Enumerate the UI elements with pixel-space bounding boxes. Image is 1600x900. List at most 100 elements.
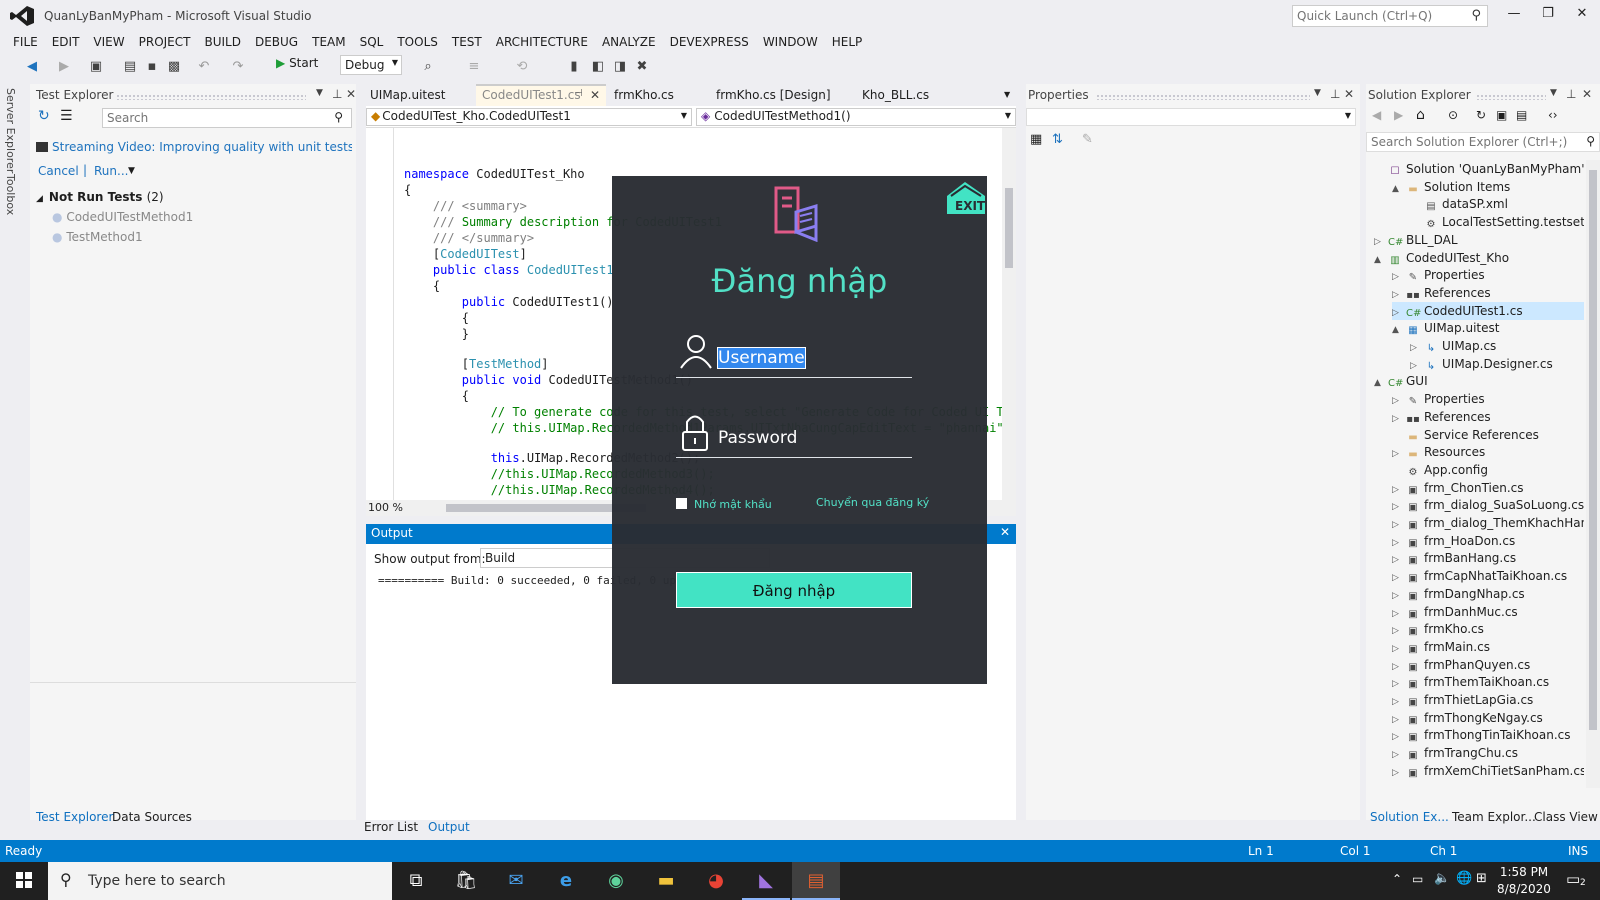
menu-devexpress[interactable]: DEVEXPRESS: [663, 32, 756, 52]
close-icon[interactable]: ✕: [346, 87, 356, 101]
menu-analyze[interactable]: ANALYZE: [595, 32, 663, 52]
undo-icon[interactable]: ↶: [196, 59, 212, 75]
restore-button[interactable]: ❐: [1536, 6, 1560, 24]
back-icon[interactable]: ◀: [1372, 108, 1381, 122]
password-input[interactable]: Password: [718, 428, 797, 448]
checkbox-box[interactable]: [676, 498, 687, 509]
tab-overflow-icon[interactable]: ▼: [1004, 90, 1010, 99]
tree-item[interactable]: ▷ C# BLL_DAL: [1374, 231, 1458, 249]
save-all-icon[interactable]: ▩: [166, 59, 182, 75]
next-bookmark-icon[interactable]: ◨: [612, 59, 628, 75]
menu-view[interactable]: VIEW: [86, 32, 131, 52]
close-icon[interactable]: ✕: [1000, 525, 1010, 539]
home-icon[interactable]: ⌂: [1416, 107, 1425, 123]
volume-icon[interactable]: 🔈: [1434, 871, 1450, 886]
test-item[interactable]: ● TestMethod1: [52, 230, 143, 244]
tree-item[interactable]: ▷ ▣ frmCapNhatTaiKhoan.cs: [1392, 567, 1567, 585]
dropdown-icon[interactable]: ▼: [1314, 88, 1321, 98]
refresh-icon[interactable]: ↻: [38, 108, 50, 124]
network-icon[interactable]: ⊞: [1476, 871, 1487, 886]
login-app-taskbar-icon[interactable]: ▤: [792, 862, 840, 900]
pending-changes-icon[interactable]: ⊙: [1448, 108, 1458, 122]
tab-kho-bll[interactable]: Kho_BLL.cs: [862, 88, 929, 102]
tree-item[interactable]: ▷ ↳ UIMap.cs: [1410, 337, 1496, 355]
tab-test-explorer[interactable]: Test Explorer: [36, 810, 113, 824]
test-group-header[interactable]: ◢ Not Run Tests (2): [36, 190, 164, 204]
member-dropdown[interactable]: ◈ CodedUITestMethod1() ▼: [696, 108, 1016, 126]
categorized-icon[interactable]: ▦: [1030, 132, 1042, 147]
alphabetical-icon[interactable]: ⇅: [1052, 132, 1063, 147]
tree-item[interactable]: ▲ ▥ CodedUITest_Kho: [1374, 249, 1509, 267]
prev-bookmark-icon[interactable]: ◧: [590, 59, 606, 75]
tree-item[interactable]: ▷ ▬ Resources: [1392, 443, 1485, 461]
tree-item[interactable]: ▷ ▣ frm_HoaDon.cs: [1392, 532, 1515, 550]
tree-item[interactable]: ▷ ↳ UIMap.Designer.cs: [1410, 355, 1553, 373]
tree-item[interactable]: ▷ ▣ frmThemTaiKhoan.cs: [1392, 673, 1549, 691]
close-icon[interactable]: ✕: [590, 88, 600, 102]
object-selector[interactable]: ▼: [1026, 108, 1356, 126]
mail-icon[interactable]: ✉: [492, 862, 540, 900]
comment-icon[interactable]: ⟲: [514, 59, 530, 75]
collapse-all-icon[interactable]: ▣: [1496, 108, 1507, 122]
tree-item[interactable]: ▷ ▣ frmDangNhap.cs: [1392, 585, 1525, 603]
maps-icon[interactable]: ◉: [592, 862, 640, 900]
tree-vertical-scrollbar[interactable]: [1586, 160, 1600, 788]
test-item[interactable]: ● CodedUITestMethod1: [52, 210, 193, 224]
tree-item[interactable]: ▷ ▪▪ References: [1392, 284, 1491, 302]
tree-item[interactable]: ▷ ▣ frmXemChiTietSanPham.cs: [1392, 762, 1584, 780]
tree-item[interactable]: ▷ ▣ frmKho.cs: [1392, 620, 1484, 638]
tab-data-sources[interactable]: Data Sources: [112, 810, 192, 824]
code-view-icon[interactable]: ‹›: [1548, 108, 1558, 122]
tab-error-list[interactable]: Error List: [364, 820, 418, 834]
battery-icon[interactable]: ▭: [1412, 872, 1423, 886]
tree-item[interactable]: ▷ C# CodedUITest1.cs: [1392, 301, 1584, 320]
back-icon[interactable]: ◀: [24, 59, 40, 75]
tree-item[interactable]: ☐ Solution 'QuanLyBanMyPham' (5 p: [1374, 160, 1584, 178]
chrome-icon[interactable]: ◕: [692, 862, 740, 900]
open-file-icon[interactable]: ▤: [122, 59, 138, 75]
tree-item[interactable]: ▷ ✎ Properties: [1392, 390, 1485, 408]
format-icon[interactable]: ≡: [466, 59, 482, 75]
tab-output[interactable]: Output: [428, 820, 470, 834]
menu-file[interactable]: FILE: [6, 32, 45, 52]
tree-item[interactable]: ▷ ▣ frmThongTinTaiKhoan.cs: [1392, 726, 1571, 744]
tree-item[interactable]: ▷ ▣ frmDanhMuc.cs: [1392, 603, 1518, 621]
collapse-icon[interactable]: ▲: [1392, 321, 1406, 339]
menu-test[interactable]: TEST: [445, 32, 489, 52]
collapse-icon[interactable]: ▲: [1374, 374, 1388, 392]
dropdown-icon[interactable]: ▼: [316, 88, 323, 98]
find-icon[interactable]: ⌕: [420, 59, 436, 75]
tree-item[interactable]: ▷ ✎ Properties: [1392, 266, 1485, 284]
expand-icon[interactable]: ▷: [1392, 764, 1406, 782]
configuration-select[interactable]: Debug ▼: [340, 55, 402, 75]
cancel-link[interactable]: Cancel: [38, 164, 79, 178]
collapse-icon[interactable]: ▲: [1374, 251, 1388, 269]
menu-window[interactable]: WINDOW: [756, 32, 825, 52]
taskbar-clock-time[interactable]: 1:58 PM: [1496, 865, 1552, 879]
notification-icon[interactable]: ▭: [1566, 870, 1580, 888]
tree-item[interactable]: ▷ ▣ frmTrangChu.cs: [1392, 744, 1518, 762]
tree-item[interactable]: ▷ ▣ frm_dialog_SuaSoLuong.cs: [1392, 496, 1584, 514]
streaming-video-link[interactable]: Streaming Video: Improving quality with …: [36, 140, 352, 154]
tree-item[interactable]: ▲ ▬ Solution Items: [1392, 178, 1510, 196]
tree-item[interactable]: ▷ ▣ frm_dialog_ThemKhachHan: [1392, 514, 1584, 532]
save-icon[interactable]: ▪: [144, 59, 160, 75]
tab-codeduitest1[interactable]: CodedUITest1.cs ⊣ ✕: [476, 84, 606, 106]
tree-item[interactable]: ▷ ▣ frmThietLapGia.cs: [1392, 691, 1533, 709]
refresh-icon[interactable]: ↻: [1476, 108, 1486, 122]
close-icon[interactable]: ✕: [1344, 87, 1354, 101]
server-explorer-tab[interactable]: Server Explorer: [4, 88, 17, 173]
windows-start-icon[interactable]: [0, 862, 48, 900]
search-icon[interactable]: ⚲: [334, 110, 343, 124]
search-box[interactable]: ⚲: [102, 108, 352, 128]
type-dropdown[interactable]: ◆ CodedUITest_Kho.CodedUITest1 ▼: [366, 108, 692, 126]
menu-debug[interactable]: DEBUG: [248, 32, 305, 52]
tab-solution-explorer[interactable]: Solution Ex...: [1370, 810, 1449, 824]
group-by-icon[interactable]: ☰: [60, 108, 73, 124]
minimize-button[interactable]: —: [1502, 6, 1526, 24]
password-field[interactable]: Password: [676, 412, 912, 458]
tab-frmkho-design[interactable]: frmKho.cs [Design]: [716, 88, 831, 102]
search-icon[interactable]: ⚲: [1586, 134, 1595, 148]
tree-item[interactable]: ▬ Service References: [1392, 426, 1539, 444]
menu-tools[interactable]: TOOLS: [390, 32, 445, 52]
